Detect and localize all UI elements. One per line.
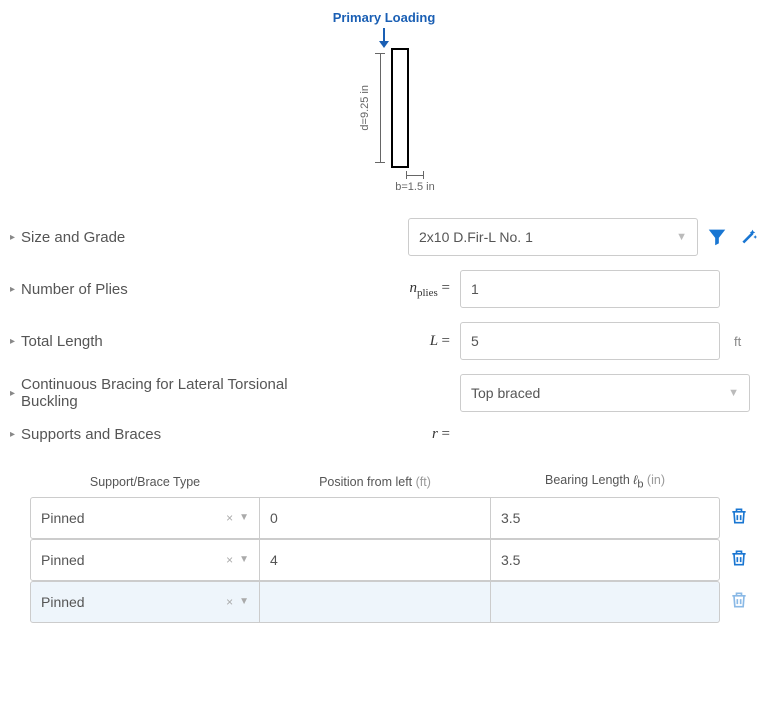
dim-depth-line bbox=[375, 53, 385, 163]
beam-diagram: Primary Loading d=9.25 in b=1.5 in bbox=[10, 10, 758, 193]
size-grade-select[interactable]: 2x10 D.Fir-L No. 1 ▼ bbox=[408, 218, 698, 256]
length-unit: ft bbox=[734, 334, 741, 349]
table-row: Pinned × ▼ 03.5 bbox=[30, 497, 758, 539]
col-bearing-header: Bearing Length ℓb (in) bbox=[490, 473, 720, 497]
support-type-select[interactable]: Pinned × ▼ bbox=[30, 539, 260, 581]
position-input[interactable]: 0 bbox=[260, 497, 490, 539]
supports-table: Support/Brace Type Position from left (f… bbox=[30, 473, 758, 623]
table-row: Pinned × ▼ bbox=[30, 581, 758, 623]
filter-icon[interactable] bbox=[706, 226, 728, 248]
delete-row-icon[interactable] bbox=[729, 506, 749, 526]
length-input[interactable]: 5 bbox=[460, 322, 720, 360]
chevron-down-icon: ▼ bbox=[239, 596, 249, 607]
primary-loading-label: Primary Loading bbox=[333, 10, 436, 25]
plies-input[interactable]: 1 bbox=[460, 270, 720, 308]
expand-icon[interactable]: ▸ bbox=[10, 388, 15, 399]
position-input[interactable] bbox=[260, 581, 490, 623]
expand-icon[interactable]: ▸ bbox=[10, 232, 15, 243]
supports-table-area: Support/Brace Type Position from left (f… bbox=[10, 473, 758, 623]
bearing-input[interactable]: 3.5 bbox=[490, 539, 720, 581]
col-position-header: Position from left (ft) bbox=[260, 473, 490, 497]
expand-icon[interactable]: ▸ bbox=[10, 429, 15, 440]
supports-symbol: r = bbox=[380, 426, 460, 443]
support-type-select[interactable]: Pinned × ▼ bbox=[30, 497, 260, 539]
size-grade-value: 2x10 D.Fir-L No. 1 bbox=[419, 229, 533, 245]
chevron-down-icon: ▼ bbox=[676, 231, 687, 243]
bracing-select[interactable]: Top braced ▼ bbox=[460, 374, 750, 412]
clear-icon[interactable]: × bbox=[226, 511, 233, 525]
support-type-select[interactable]: Pinned × ▼ bbox=[30, 581, 260, 623]
support-type-value: Pinned bbox=[41, 510, 85, 526]
expand-icon[interactable]: ▸ bbox=[10, 336, 15, 347]
supports-label: Supports and Braces bbox=[21, 426, 161, 443]
table-row: Pinned × ▼ 43.5 bbox=[30, 539, 758, 581]
position-input[interactable]: 4 bbox=[260, 539, 490, 581]
chevron-down-icon: ▼ bbox=[239, 554, 249, 565]
chevron-down-icon: ▼ bbox=[728, 387, 739, 399]
col-type-header: Support/Brace Type bbox=[30, 473, 260, 497]
dim-depth-label: d=9.25 in bbox=[359, 85, 371, 131]
plies-symbol: nplies = bbox=[380, 280, 460, 299]
dim-breadth-line bbox=[406, 171, 424, 179]
expand-icon[interactable]: ▸ bbox=[10, 284, 15, 295]
wand-icon[interactable] bbox=[736, 226, 758, 248]
bearing-input[interactable]: 3.5 bbox=[490, 497, 720, 539]
clear-icon[interactable]: × bbox=[226, 595, 233, 609]
delete-row-icon[interactable] bbox=[729, 548, 749, 568]
bracing-label: Continuous Bracing for Lateral Torsional… bbox=[21, 376, 301, 410]
beam-section-icon bbox=[391, 48, 409, 168]
clear-icon[interactable]: × bbox=[226, 553, 233, 567]
bracing-value: Top braced bbox=[471, 385, 540, 401]
length-symbol: L = bbox=[380, 333, 460, 350]
support-type-value: Pinned bbox=[41, 552, 85, 568]
dim-breadth-label: b=1.5 in bbox=[395, 181, 434, 193]
load-arrow-icon bbox=[377, 28, 391, 48]
support-type-value: Pinned bbox=[41, 594, 85, 610]
plies-label: Number of Plies bbox=[21, 281, 128, 298]
chevron-down-icon: ▼ bbox=[239, 512, 249, 523]
size-grade-label: Size and Grade bbox=[21, 229, 125, 246]
bearing-input[interactable] bbox=[490, 581, 720, 623]
delete-row-icon[interactable] bbox=[729, 590, 749, 610]
length-label: Total Length bbox=[21, 333, 103, 350]
